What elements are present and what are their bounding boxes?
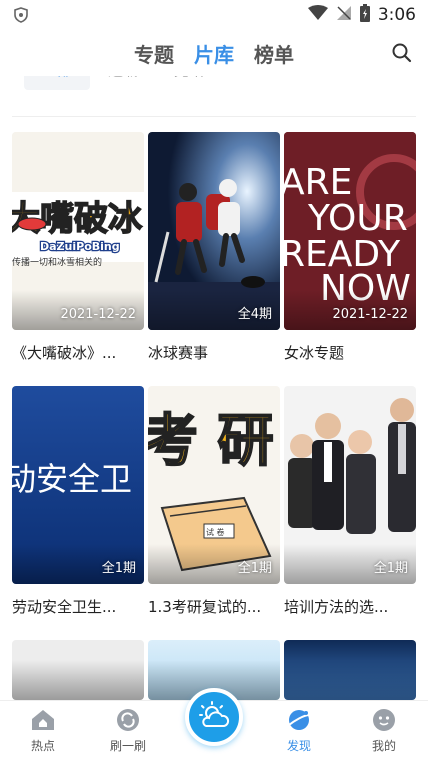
divider [12, 116, 416, 117]
status-bar: 3:06 [0, 0, 428, 30]
nav-swipe[interactable]: 刷一刷 [98, 707, 158, 754]
episode-badge: 全1期 [237, 561, 272, 576]
episode-badge: 全1期 [101, 561, 136, 576]
profile-icon [371, 707, 397, 733]
episode-badge: 全1期 [373, 561, 408, 576]
nav-hot-label: 热点 [30, 739, 55, 753]
weather-center-button[interactable] [185, 688, 243, 746]
card-item[interactable]: 大嘴破冰 DaZuiPoBing 传播一切和冰雪相关的 2021-12-22 《… [12, 132, 144, 363]
wifi-icon [307, 5, 328, 25]
card-thumbnail: 全4期 [148, 132, 280, 330]
refresh-icon [115, 707, 141, 733]
no-signal-icon [336, 5, 352, 25]
card-5-thumb-paper: 试 卷 [206, 527, 225, 537]
home-icon [30, 707, 56, 733]
filter-bar: 全部 连载 完结 [0, 76, 428, 106]
card-item[interactable]: ARE YOUR READY NOW 2021-12-22 女冰专题 [284, 132, 416, 363]
planet-icon [286, 707, 312, 733]
nav-discover[interactable]: 发现 [269, 707, 329, 754]
card-thumbnail [12, 640, 144, 700]
tab-rankings[interactable]: 榜单 [254, 39, 294, 68]
card-3-thumb-line-4: NOW [320, 268, 411, 309]
card-item[interactable]: 全4期 冰球赛事 [148, 132, 280, 363]
nav-mine-label: 我的 [371, 739, 396, 753]
date-badge: 2021-12-22 [60, 307, 136, 322]
shield-icon [12, 6, 30, 24]
episode-badge: 全4期 [237, 307, 272, 322]
search-icon[interactable] [390, 41, 414, 65]
card-title: 《大嘴破冰》... [12, 344, 117, 362]
card-5-thumb-text: 考 研 [148, 409, 274, 474]
card-item[interactable]: 考 研 试 卷 全1期 1.3考研复试的... [148, 386, 280, 617]
card-1-thumb-caption: 传播一切和冰雪相关的 [12, 256, 102, 268]
card-3-thumb-line-1: ARE [284, 162, 352, 203]
battery-icon [359, 4, 370, 26]
filter-finished[interactable]: 完结 [156, 76, 222, 90]
nav-swipe-label: 刷一刷 [109, 739, 146, 753]
date-badge: 2021-12-22 [332, 307, 408, 322]
top-nav: 专题 片库 榜单 [0, 30, 428, 76]
card-title: 培训方法的选... [284, 598, 389, 616]
card-item[interactable] [12, 640, 144, 700]
card-item[interactable] [284, 640, 416, 700]
sun-cloud-icon [199, 701, 230, 727]
card-thumbnail: ARE YOUR READY NOW 2021-12-22 [284, 132, 416, 330]
card-thumbnail: 动安全卫 全1期 [12, 386, 144, 584]
card-title: 1.3考研复试的... [148, 598, 262, 616]
tab-library[interactable]: 片库 [194, 39, 234, 68]
card-title: 劳动安全卫生... [12, 598, 117, 616]
card-item[interactable]: 动安全卫 全1期 劳动安全卫生... [12, 386, 144, 617]
card-title: 冰球赛事 [148, 344, 209, 362]
card-item[interactable]: 全1期 培训方法的选... [284, 386, 416, 617]
card-3-thumb-line-2: YOUR [307, 198, 408, 239]
card-1-thumb-sub: DaZuiPoBing [40, 240, 120, 253]
filter-ongoing[interactable]: 连载 [90, 76, 156, 90]
filter-all[interactable]: 全部 [24, 76, 90, 90]
nav-hot[interactable]: 热点 [13, 707, 73, 754]
nav-mine[interactable]: 我的 [354, 707, 414, 754]
card-thumbnail: 考 研 试 卷 全1期 [148, 386, 280, 584]
card-thumbnail: 大嘴破冰 DaZuiPoBing 传播一切和冰雪相关的 2021-12-22 [12, 132, 144, 330]
card-title: 女冰专题 [284, 344, 345, 362]
card-thumbnail: 全1期 [284, 386, 416, 584]
nav-discover-label: 发现 [286, 739, 311, 753]
clock: 3:06 [377, 5, 416, 25]
card-thumbnail [284, 640, 416, 700]
tab-topics[interactable]: 专题 [134, 39, 174, 68]
card-4-thumb-text: 动安全卫 [12, 460, 132, 498]
